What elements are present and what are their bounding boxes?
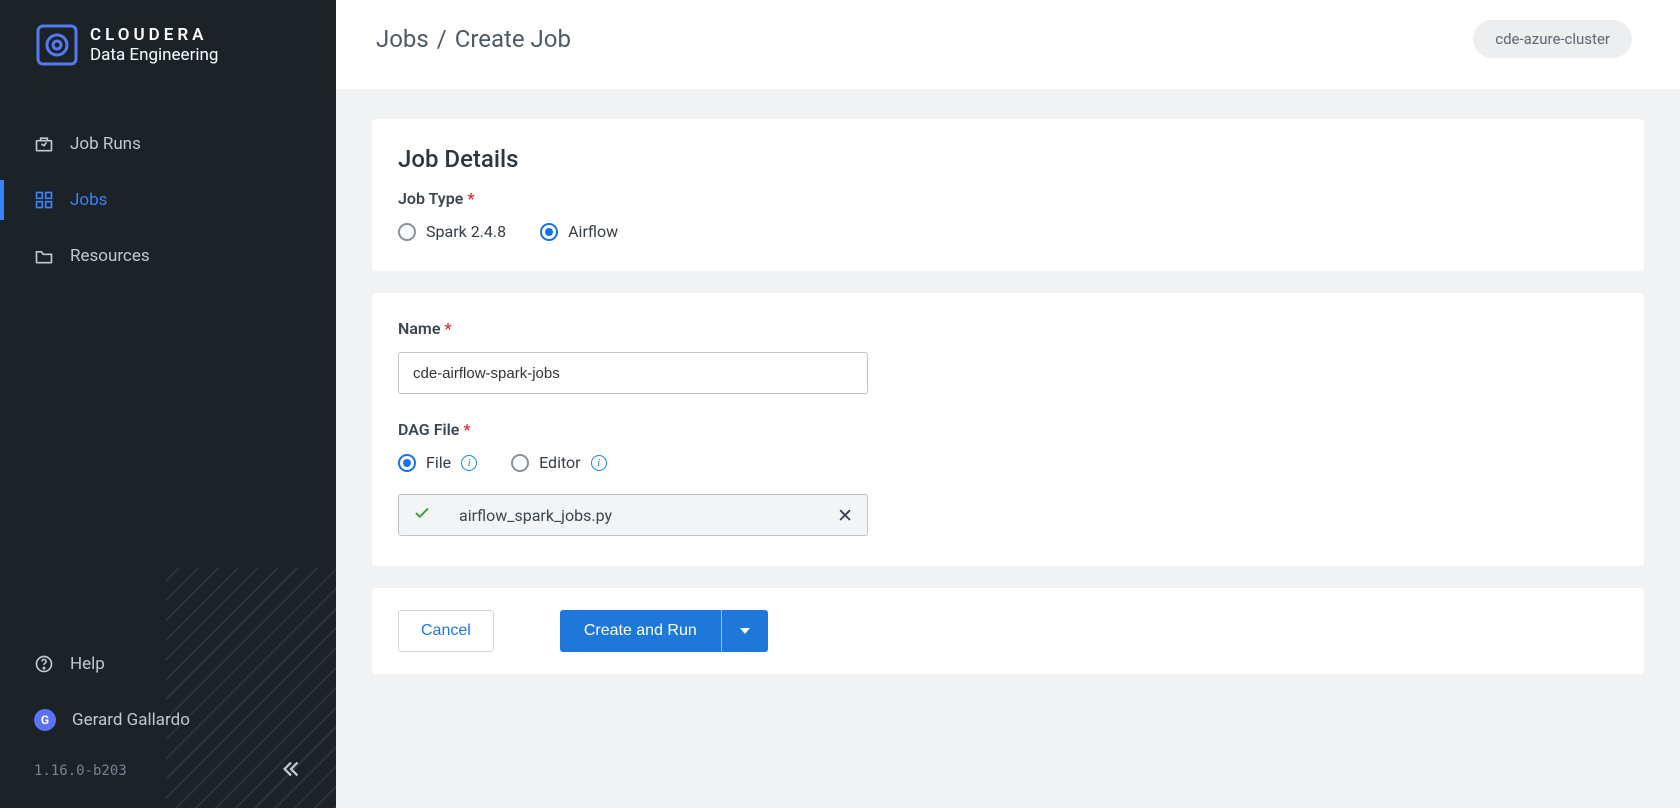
content: Job Details Job Type* Spark 2.4.8 Airflo… bbox=[336, 89, 1680, 808]
radio-airflow[interactable]: Airflow bbox=[540, 222, 618, 241]
user-menu[interactable]: G Gerard Gallardo bbox=[0, 692, 336, 748]
sidebar: CLOUDERA Data Engineering Job Runs Jobs … bbox=[0, 0, 336, 808]
nav-label: Jobs bbox=[70, 190, 107, 210]
radio-icon bbox=[398, 223, 416, 241]
avatar: G bbox=[34, 709, 56, 731]
job-config-card: Name* DAG File* File i Editor bbox=[372, 293, 1644, 566]
radio-label: File bbox=[426, 453, 451, 472]
breadcrumb-current: Create Job bbox=[455, 25, 571, 53]
folder-icon bbox=[34, 246, 54, 266]
info-icon[interactable]: i bbox=[591, 455, 607, 471]
nav: Job Runs Jobs Resources bbox=[0, 116, 336, 284]
job-name-input[interactable] bbox=[398, 352, 868, 394]
radio-spark[interactable]: Spark 2.4.8 bbox=[398, 222, 506, 241]
nav-label: Job Runs bbox=[70, 134, 141, 154]
cluster-chip[interactable]: cde-azure-cluster bbox=[1473, 20, 1632, 58]
job-type-radio-group: Spark 2.4.8 Airflow bbox=[398, 222, 1618, 241]
name-label: Name* bbox=[398, 319, 1618, 338]
nav-label: Resources bbox=[70, 246, 150, 266]
sidebar-footer: 1.16.0-b203 bbox=[0, 748, 336, 794]
radio-icon bbox=[398, 454, 416, 472]
radio-icon bbox=[540, 223, 558, 241]
cancel-button[interactable]: Cancel bbox=[398, 610, 494, 652]
version-text: 1.16.0-b203 bbox=[34, 763, 127, 779]
topbar: Jobs / Create Job cde-azure-cluster bbox=[336, 0, 1680, 89]
job-type-label: Job Type* bbox=[398, 189, 1618, 208]
uploaded-filename: airflow_spark_jobs.py bbox=[453, 506, 815, 525]
help-icon bbox=[34, 654, 54, 674]
radio-label: Editor bbox=[539, 453, 580, 472]
radio-label: Spark 2.4.8 bbox=[426, 222, 506, 241]
help-link[interactable]: Help bbox=[0, 636, 336, 692]
sidebar-item-job-runs[interactable]: Job Runs bbox=[0, 116, 336, 172]
briefcase-icon bbox=[34, 134, 54, 154]
radio-label: Airflow bbox=[568, 222, 618, 241]
help-label: Help bbox=[70, 654, 105, 674]
product-name: Data Engineering bbox=[90, 45, 218, 65]
brand-name: CLOUDERA bbox=[90, 25, 218, 45]
sidebar-item-jobs[interactable]: Jobs bbox=[0, 172, 336, 228]
sidebar-bottom: Help G Gerard Gallardo 1.16.0-b203 bbox=[0, 636, 336, 808]
remove-file-icon[interactable]: ✕ bbox=[837, 504, 853, 527]
actions-card: Cancel Create and Run bbox=[372, 588, 1644, 674]
check-icon bbox=[413, 504, 431, 526]
info-icon[interactable]: i bbox=[461, 455, 477, 471]
logo-block: CLOUDERA Data Engineering bbox=[0, 0, 336, 78]
user-name: Gerard Gallardo bbox=[72, 710, 190, 730]
create-run-button-group: Create and Run bbox=[560, 610, 768, 652]
job-details-card: Job Details Job Type* Spark 2.4.8 Airflo… bbox=[372, 119, 1644, 271]
main: Jobs / Create Job cde-azure-cluster Job … bbox=[336, 0, 1680, 808]
radio-icon bbox=[511, 454, 529, 472]
sidebar-item-resources[interactable]: Resources bbox=[0, 228, 336, 284]
dag-file-label: DAG File* bbox=[398, 420, 1618, 439]
create-run-button[interactable]: Create and Run bbox=[560, 610, 722, 652]
radio-dag-file[interactable]: File i bbox=[398, 453, 477, 472]
chevron-down-icon bbox=[740, 626, 750, 636]
uploaded-file-chip: airflow_spark_jobs.py ✕ bbox=[398, 494, 868, 536]
section-title: Job Details bbox=[398, 145, 1618, 173]
breadcrumb-separator: / bbox=[437, 25, 447, 53]
collapse-sidebar-icon[interactable] bbox=[280, 758, 302, 784]
radio-dag-editor[interactable]: Editor i bbox=[511, 453, 606, 472]
cloudera-logo-icon bbox=[36, 24, 78, 66]
breadcrumb-root[interactable]: Jobs bbox=[376, 25, 429, 53]
dag-mode-radio-group: File i Editor i bbox=[398, 453, 1618, 472]
grid-icon bbox=[34, 190, 54, 210]
create-run-dropdown[interactable] bbox=[722, 610, 768, 652]
breadcrumb: Jobs / Create Job bbox=[376, 25, 571, 53]
